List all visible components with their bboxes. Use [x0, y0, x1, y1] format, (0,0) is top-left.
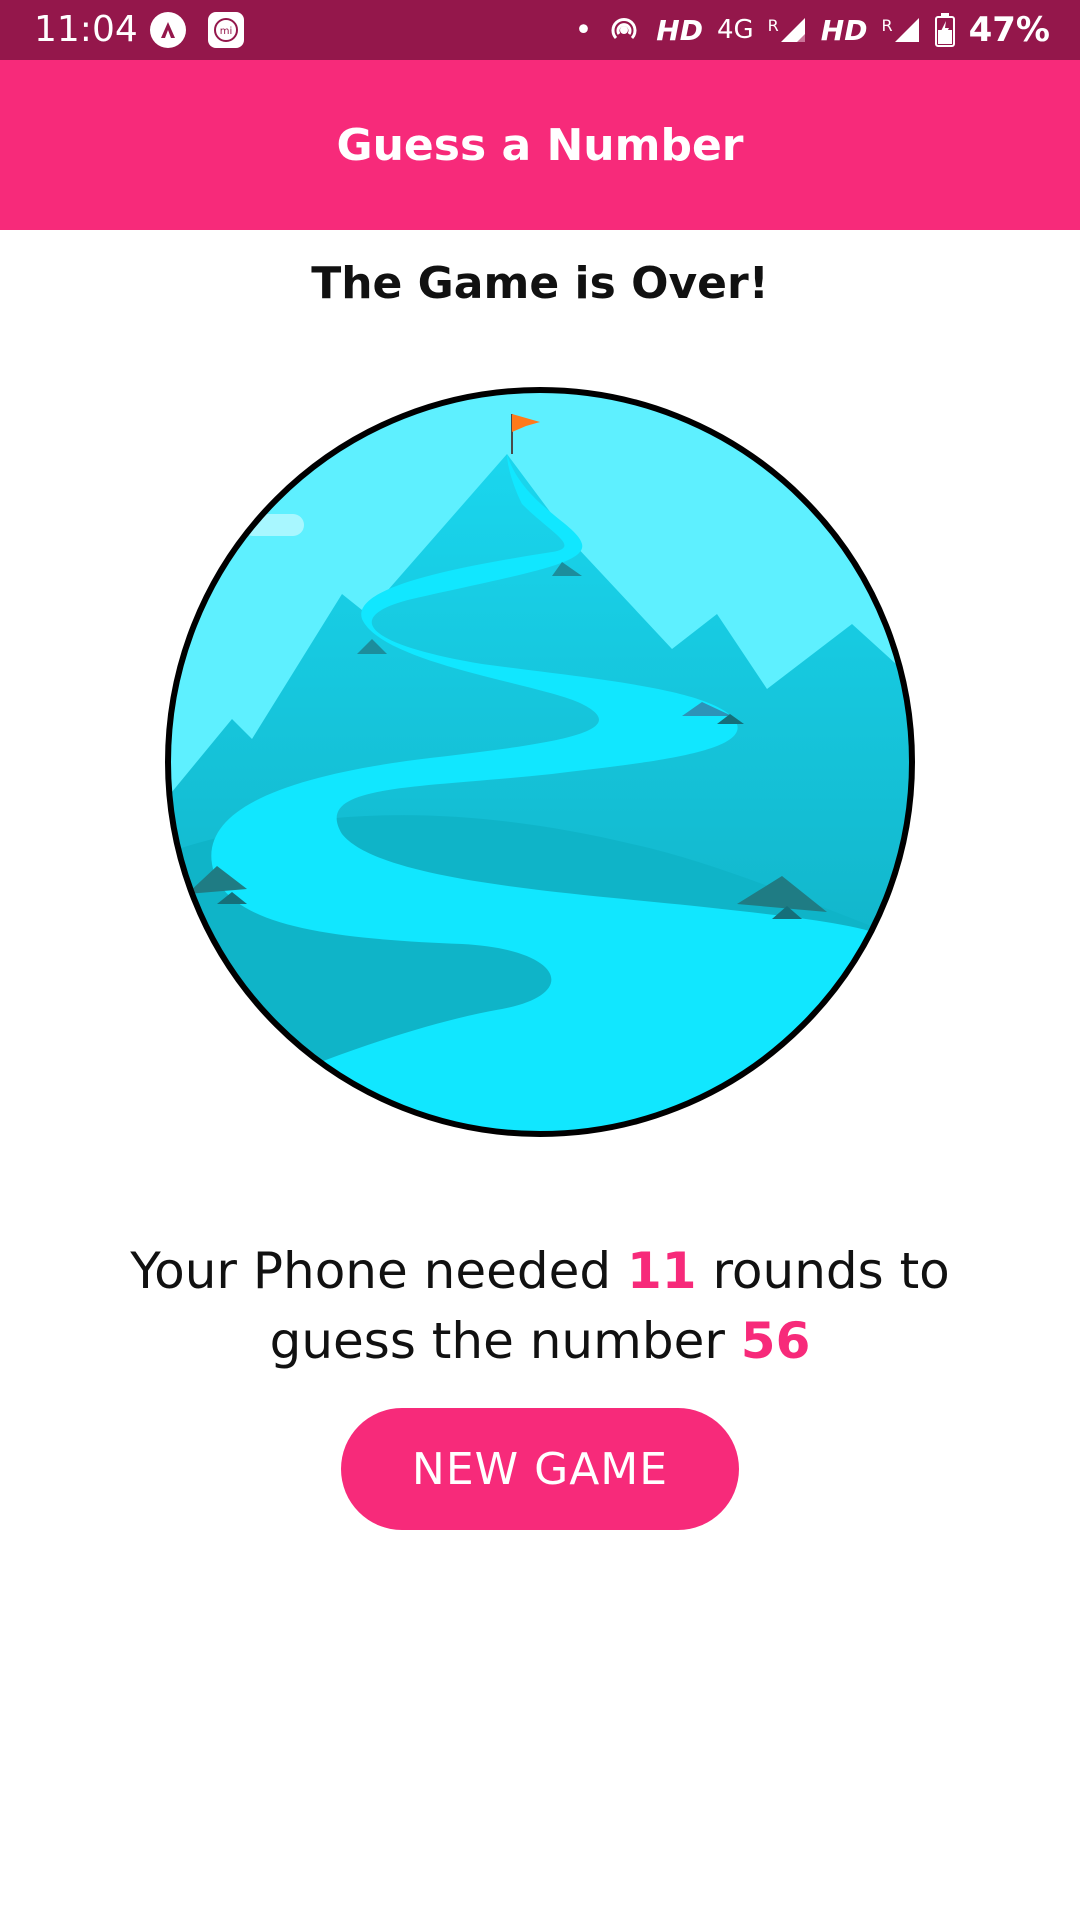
rounds-count: 11	[626, 1242, 697, 1300]
result-prefix: Your Phone needed	[130, 1242, 627, 1300]
roaming-2-label: R	[881, 16, 893, 35]
mi-app-icon: mi	[208, 12, 244, 48]
vpn-app-icon	[150, 12, 186, 48]
new-game-button[interactable]: NEW GAME	[341, 1408, 739, 1530]
signal-1: R	[768, 16, 807, 44]
app-title: Guess a Number	[336, 119, 744, 171]
status-time: 11:04	[34, 9, 138, 50]
signal-1-label: HD	[656, 13, 703, 47]
target-number: 56	[740, 1312, 811, 1370]
signal-2-icon	[894, 18, 919, 42]
notification-dot-icon: •	[574, 12, 593, 48]
result-message: Your Phone needed 11 rounds to guess the…	[90, 1236, 990, 1376]
signal-2-label: HD	[820, 13, 868, 47]
signal-1-icon	[780, 18, 805, 42]
network-type: 4G	[716, 15, 754, 45]
status-bar: 11:04 mi • HD 4G R HD R 47%	[0, 0, 1080, 60]
status-indicators: • HD 4G R HD R 47%	[575, 0, 1050, 60]
game-over-title: The Game is Over!	[311, 258, 769, 309]
hotspot-icon	[611, 18, 637, 40]
battery-percent: 47%	[968, 10, 1050, 50]
svg-text:mi: mi	[220, 26, 233, 37]
signal-2: R	[881, 16, 920, 44]
app-bar: Guess a Number	[0, 60, 1080, 230]
roaming-1-label: R	[767, 16, 779, 35]
battery-icon	[934, 13, 955, 47]
mountain-summit-illustration	[165, 387, 915, 1137]
